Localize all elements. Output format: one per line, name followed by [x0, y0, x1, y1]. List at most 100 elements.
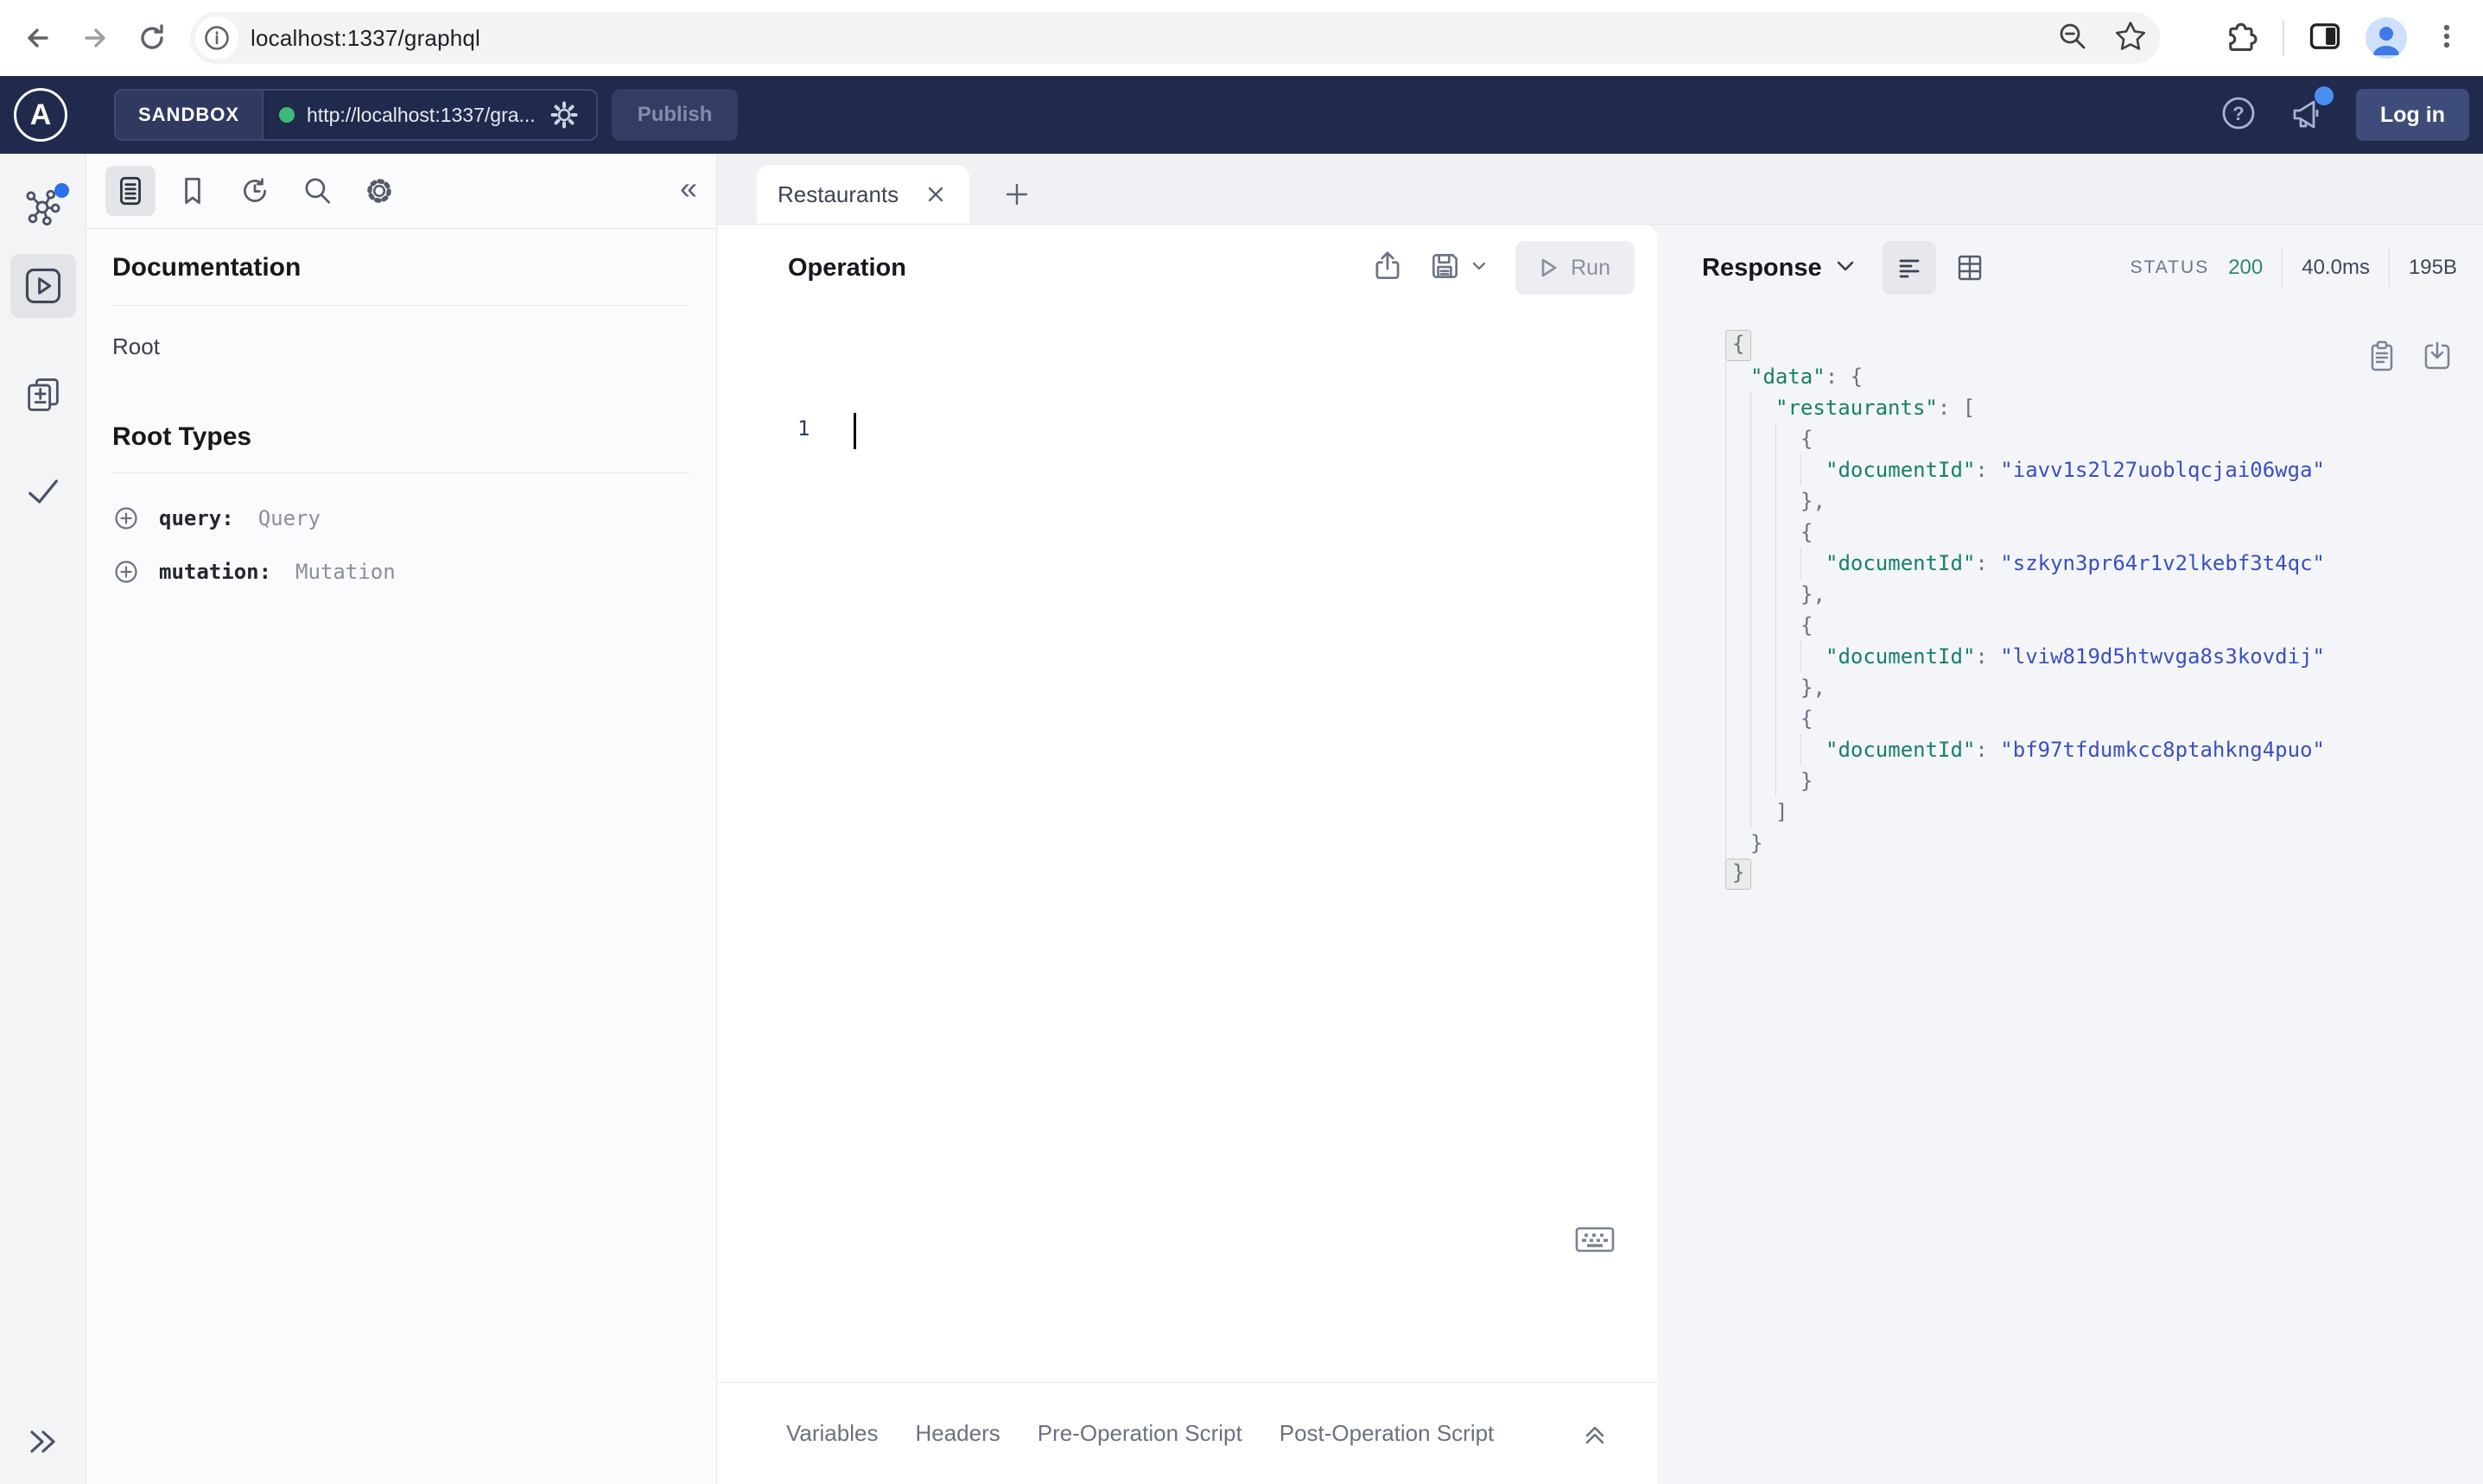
json-line: ]: [1657, 796, 2483, 828]
rail-checks-item[interactable]: [10, 460, 76, 523]
run-button[interactable]: Run: [1515, 241, 1635, 295]
expand-rail-icon[interactable]: [0, 1424, 86, 1460]
forward-icon[interactable]: [76, 19, 114, 57]
rail-explorer-item[interactable]: [10, 254, 76, 318]
sandbox-badge: SANDBOX: [116, 91, 264, 139]
notification-dot: [2315, 86, 2334, 105]
workspace: Restaurants Operation Run 1 Variables He…: [717, 154, 2483, 1484]
bookmark-star-icon[interactable]: [2113, 19, 2148, 58]
site-info-icon[interactable]: [195, 16, 238, 60]
subpanel-tab-post-operation-script[interactable]: Post-Operation Script: [1280, 1420, 1495, 1447]
login-button[interactable]: Log in: [2356, 89, 2469, 141]
status-code: 200: [2228, 256, 2264, 279]
json-line: }: [1657, 859, 2483, 890]
share-icon[interactable]: [1370, 249, 1405, 288]
field-name: query:: [159, 506, 234, 530]
table-view-icon[interactable]: [1943, 241, 1997, 295]
history-icon[interactable]: [230, 166, 280, 216]
side-panel-icon[interactable]: [2307, 18, 2343, 59]
json-line: },: [1657, 672, 2483, 703]
url-text[interactable]: localhost:1337/graphql: [251, 25, 480, 52]
search-icon[interactable]: [292, 166, 342, 216]
schema-notification-dot: [54, 183, 69, 198]
announcements-icon[interactable]: [2287, 86, 2334, 137]
expand-plus-icon[interactable]: [112, 504, 140, 532]
endpoint-group: SANDBOX http://localhost:1337/gra...: [114, 89, 598, 141]
documentation-tab-icon[interactable]: [105, 166, 156, 216]
json-line: "restaurants": [: [1657, 392, 2483, 423]
tab-restaurants[interactable]: Restaurants: [757, 165, 969, 224]
apollo-logo[interactable]: A: [14, 88, 67, 142]
new-tab-icon[interactable]: [1002, 165, 1032, 224]
root-type-query[interactable]: query: Query: [112, 504, 690, 532]
json-view-icon[interactable]: [1882, 241, 1936, 295]
operation-editor[interactable]: 1: [717, 311, 1657, 1382]
operation-panel: Operation Run 1 Variables Headers Pre-Op…: [717, 225, 1657, 1484]
bookmarks-icon[interactable]: [168, 166, 218, 216]
publish-button[interactable]: Publish: [611, 89, 739, 141]
connection-status-dot: [279, 107, 295, 123]
profile-avatar[interactable]: [2366, 17, 2407, 59]
rail-schema-item[interactable]: [10, 176, 76, 240]
response-dropdown-icon[interactable]: [1834, 257, 1857, 279]
download-response-icon[interactable]: [2421, 339, 2454, 377]
json-line: {: [1657, 517, 2483, 548]
endpoint-input[interactable]: http://localhost:1337/gra...: [264, 91, 596, 139]
back-icon[interactable]: [19, 19, 57, 57]
json-line: },: [1657, 579, 2483, 610]
subpanel-tab-variables[interactable]: Variables: [786, 1420, 878, 1447]
json-line: "documentId": "bf97tfdumkcc8ptahkng4puo": [1657, 734, 2483, 765]
root-breadcrumb[interactable]: Root: [112, 333, 690, 360]
settings-gear-icon[interactable]: [354, 166, 404, 216]
response-json[interactable]: {"data": {"restaurants": [{"documentId":…: [1657, 330, 2483, 890]
save-icon[interactable]: [1427, 249, 1462, 288]
response-panel: Response STATUS 200 40.0ms 195B {"data"…: [1657, 225, 2483, 1484]
browser-toolbar: localhost:1337/graphql: [0, 0, 2483, 76]
subpanel-tab-headers[interactable]: Headers: [915, 1420, 1000, 1447]
save-dropdown-icon[interactable]: [1470, 259, 1488, 277]
field-type[interactable]: Mutation: [295, 560, 396, 584]
svg-text:?: ?: [2232, 103, 2244, 124]
keyboard-shortcuts-icon[interactable]: [1574, 1222, 1616, 1261]
response-size: 195B: [2408, 256, 2457, 279]
response-time: 40.0ms: [2302, 256, 2370, 279]
divider: [112, 472, 690, 473]
json-line: "documentId": "lviw819d5htwvga8s3kovdij": [1657, 641, 2483, 672]
subpanel-tab-pre-operation-script[interactable]: Pre-Operation Script: [1038, 1420, 1242, 1447]
collapse-panel-icon[interactable]: «: [680, 173, 697, 209]
documentation-toolbar: «: [86, 154, 716, 229]
extensions-icon[interactable]: [2224, 18, 2260, 59]
collapse-subpanel-icon[interactable]: [1579, 1418, 1610, 1449]
root-types-list: query: Query mutation: Mutation: [112, 504, 690, 586]
json-line: {: [1657, 330, 2483, 361]
field-name: mutation:: [159, 560, 272, 584]
expand-plus-icon[interactable]: [112, 558, 140, 586]
response-title: Response: [1702, 253, 1822, 282]
run-label: Run: [1571, 255, 1610, 280]
json-line: "documentId": "iavv1s2l27uoblqcjai06wga": [1657, 454, 2483, 485]
documentation-panel: « Documentation Root Root Types query: Qu…: [86, 154, 717, 1484]
reload-icon[interactable]: [133, 19, 171, 57]
divider: [2388, 249, 2390, 287]
root-types-title: Root Types: [112, 422, 252, 451]
text-caret: [854, 413, 856, 449]
zoom-icon[interactable]: [2056, 20, 2089, 57]
json-line: }: [1657, 828, 2483, 859]
json-line: {: [1657, 423, 2483, 454]
tab-label: Restaurants: [778, 181, 899, 207]
endpoint-url[interactable]: http://localhost:1337/gra...: [307, 104, 536, 127]
endpoint-settings-icon[interactable]: [548, 98, 581, 131]
json-line: {: [1657, 703, 2483, 734]
help-icon[interactable]: ?: [2219, 94, 2258, 136]
line-number: 1: [797, 416, 810, 441]
tab-close-icon[interactable]: [923, 181, 949, 207]
address-bar[interactable]: localhost:1337/graphql: [190, 12, 2160, 64]
menu-kebab-icon[interactable]: [2429, 19, 2464, 58]
copy-response-icon[interactable]: [2366, 339, 2398, 377]
divider: [2282, 249, 2283, 287]
operation-subpanels: Variables Headers Pre-Operation Script Post…: [717, 1382, 1657, 1484]
field-type[interactable]: Query: [258, 506, 321, 530]
operation-title: Operation: [788, 253, 906, 282]
root-type-mutation[interactable]: mutation: Mutation: [112, 558, 690, 586]
rail-changelog-item[interactable]: [10, 363, 76, 427]
